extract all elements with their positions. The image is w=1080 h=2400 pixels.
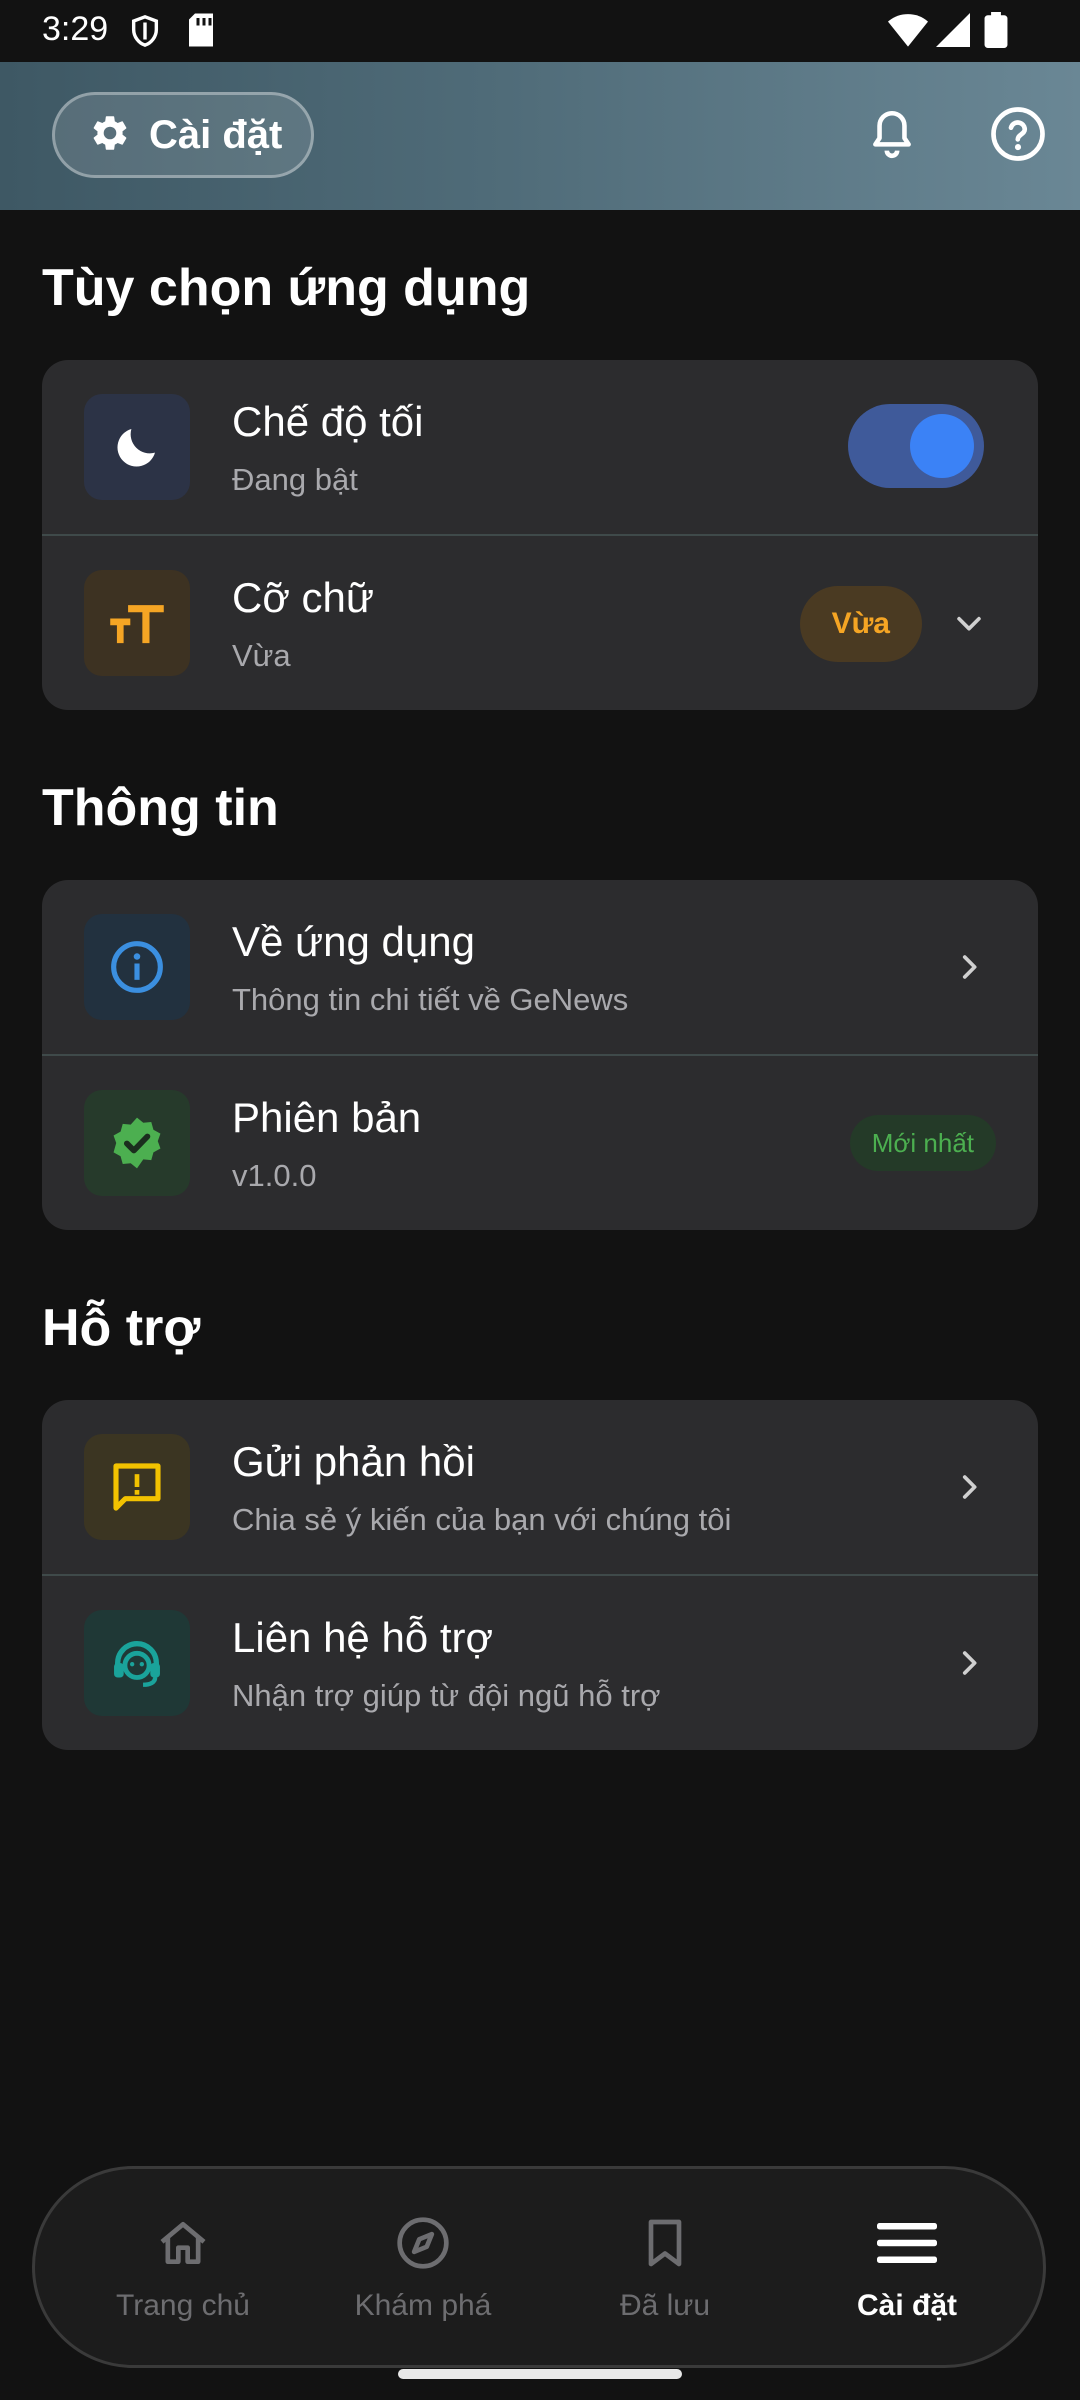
contact-support-row[interactable]: Liên hệ hỗ trợ Nhận trợ giúp từ đội ngũ … [42, 1574, 1038, 1750]
sd-card-icon [186, 12, 216, 53]
info-card: Về ứng dụng Thông tin chi tiết về GeNews… [42, 880, 1038, 1230]
toggle-knob [910, 414, 974, 478]
dark-mode-status: Đang bật [232, 462, 358, 497]
home-indicator[interactable] [398, 2369, 682, 2379]
battery-icon [984, 12, 1008, 53]
dark-mode-row[interactable]: Chế độ tối Đang bật [42, 360, 1038, 534]
status-time: 3:29 [42, 10, 109, 48]
status-bar: 3:29 [0, 0, 1080, 62]
nav-settings[interactable]: Cài đặt [787, 2169, 1027, 2365]
bottom-navigation: Trang chủ Khám phá Đã lưu Cài đặt [32, 2166, 1046, 2368]
verified-icon [84, 1090, 190, 1196]
notifications-button[interactable] [860, 104, 924, 168]
compass-icon [393, 2213, 453, 2273]
chevron-right-icon [944, 1462, 994, 1512]
text-size-icon [84, 570, 190, 676]
section-title-info: Thông tin [42, 779, 279, 837]
nav-saved-label: Đã lưu [619, 2289, 711, 2322]
support-card: Gửi phản hồi Chia sẻ ý kiến của bạn với … [42, 1400, 1038, 1750]
version-number: v1.0.0 [232, 1158, 317, 1193]
signal-icon [936, 12, 970, 53]
chevron-right-icon [944, 942, 994, 992]
version-title: Phiên bản [232, 1094, 422, 1141]
about-app-subtitle: Thông tin chi tiết về GeNews [232, 982, 629, 1017]
nav-settings-label: Cài đặt [856, 2289, 958, 2322]
bell-icon [867, 107, 917, 166]
font-size-badge: Vừa [799, 586, 922, 662]
font-size-row[interactable]: Cỡ chữ Vừa Vừa [42, 534, 1038, 710]
nav-home-label: Trang chủ [116, 2289, 250, 2322]
wifi-icon [888, 12, 928, 53]
header-title: Cài đặt [149, 112, 283, 157]
home-icon [153, 2213, 213, 2273]
dark-mode-title: Chế độ tối [232, 398, 424, 445]
send-feedback-row[interactable]: Gửi phản hồi Chia sẻ ý kiến của bạn với … [42, 1400, 1038, 1574]
moon-icon [84, 394, 190, 500]
contact-support-subtitle: Nhận trợ giúp từ đội ngũ hỗ trợ [232, 1678, 661, 1713]
chevron-down-icon[interactable] [944, 598, 994, 648]
dark-mode-toggle[interactable] [848, 404, 984, 488]
nav-saved[interactable]: Đã lưu [545, 2169, 785, 2365]
nav-explore[interactable]: Khám phá [303, 2169, 543, 2365]
latest-version-badge: Mới nhất [849, 1115, 996, 1171]
nav-home[interactable]: Trang chủ [63, 2169, 303, 2365]
send-feedback-subtitle: Chia sẻ ý kiến của bạn với chúng tôi [232, 1502, 732, 1537]
font-size-value: Vừa [232, 638, 291, 673]
app-options-card: Chế độ tối Đang bật Cỡ chữ Vừa Vừa [42, 360, 1038, 710]
version-row: Phiên bản v1.0.0 Mới nhất [42, 1054, 1038, 1230]
settings-title-chip[interactable]: Cài đặt [52, 92, 314, 178]
menu-icon [877, 2213, 937, 2273]
contact-support-title: Liên hệ hỗ trợ [232, 1614, 494, 1661]
section-title-support: Hỗ trợ [42, 1299, 201, 1357]
about-app-row[interactable]: Về ứng dụng Thông tin chi tiết về GeNews [42, 880, 1038, 1054]
help-button[interactable] [986, 104, 1050, 168]
app-header: Cài đặt [0, 62, 1080, 210]
support-agent-icon [84, 1610, 190, 1716]
section-title-app-options: Tùy chọn ứng dụng [42, 259, 531, 317]
info-icon [84, 914, 190, 1020]
feedback-icon [84, 1434, 190, 1540]
bookmark-icon [635, 2213, 695, 2273]
about-app-title: Về ứng dụng [232, 918, 475, 965]
help-icon [990, 106, 1046, 167]
chevron-right-icon [944, 1638, 994, 1688]
shield-icon [128, 12, 162, 55]
send-feedback-title: Gửi phản hồi [232, 1438, 475, 1485]
nav-explore-label: Khám phá [354, 2289, 492, 2322]
font-size-title: Cỡ chữ [232, 574, 375, 621]
gear-icon [89, 112, 131, 159]
